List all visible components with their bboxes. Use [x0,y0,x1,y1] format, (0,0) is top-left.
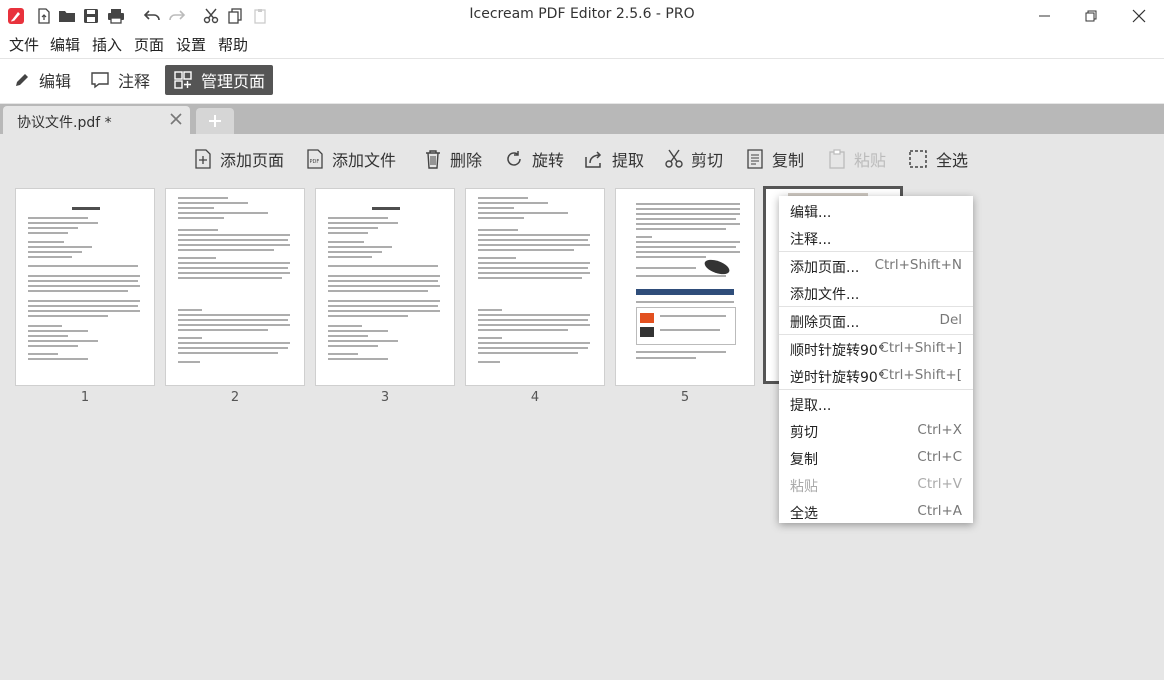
cut-label: 剪切 [691,151,724,170]
extract-label: 提取 [612,151,645,170]
select-all-button[interactable]: 全选 [908,146,968,172]
menu-item-copy[interactable]: 复制 Ctrl+C [779,444,973,471]
delete-label: 删除 [450,151,483,170]
add-page-button[interactable]: 添加页面 [194,146,284,172]
page-number: 5 [680,390,690,405]
comment-icon [91,72,109,89]
close-button[interactable] [1116,0,1162,32]
new-tab-button[interactable] [196,108,234,134]
extract-button[interactable]: 提取 [584,146,644,172]
menu-item-annotate[interactable]: 注释... [779,224,973,251]
menu-item-paste[interactable]: 粘贴 Ctrl+V [779,471,973,498]
pencil-icon [16,74,28,86]
menu-page[interactable]: 页面 [134,34,164,55]
copy-label: 复制 [772,151,805,170]
menu-edit[interactable]: 编辑 [50,34,80,55]
page-number: 4 [530,390,540,405]
menu-item-rotate-ccw[interactable]: 逆时针旋转90° Ctrl+Shift+[ [779,362,973,389]
mode-edit-button[interactable]: 编辑 [5,65,79,95]
add-page-icon [195,149,211,169]
paste-label: 粘贴 [854,151,887,170]
context-menu: 编辑... 注释... 添加页面... Ctrl+Shift+N 添加文件... … [779,196,973,523]
menu-help[interactable]: 帮助 [218,34,248,55]
add-file-label: 添加文件 [332,151,397,170]
title-bar: Icecream PDF Editor 2.5.6 - PRO [0,0,1164,32]
menu-item-rotate-cw[interactable]: 顺时针旋转90° Ctrl+Shift+] [779,335,973,362]
menu-item-extract[interactable]: 提取... [779,390,973,417]
menu-insert[interactable]: 插入 [92,34,122,55]
menu-item-edit[interactable]: 编辑... [779,197,973,224]
page-number: 1 [80,390,90,405]
pdf-badge-text: PDF [310,159,320,165]
menu-bar: 文件 编辑 插入 页面 设置 帮助 [0,32,1164,59]
menu-item-add-file[interactable]: 添加文件... [779,279,973,306]
mode-manage-pages-button[interactable]: 管理页面 [165,65,274,95]
menu-item-add-page[interactable]: 添加页面... Ctrl+Shift+N [779,252,973,279]
document-tab-strip: 协议文件.pdf * [0,104,1164,134]
add-page-label: 添加页面 [220,151,285,170]
select-all-icon [909,150,927,168]
maximize-button[interactable] [1068,0,1114,32]
page-thumbnail[interactable] [465,188,605,386]
select-all-label: 全选 [936,151,969,170]
mode-annotate-button[interactable]: 注释 [82,65,158,95]
page-thumbnail[interactable] [165,188,305,386]
export-icon [585,151,602,168]
trash-icon [426,150,440,169]
rotate-button[interactable]: 旋转 [504,146,564,172]
mode-manage-pages-label: 管理页面 [201,72,266,91]
menu-settings[interactable]: 设置 [176,34,206,55]
document-tab-label: 协议文件.pdf * [17,115,112,131]
page-thumbnail[interactable] [615,188,755,386]
clipboard-icon [829,149,845,169]
rotate-label: 旋转 [532,151,565,170]
mode-edit-label: 编辑 [39,72,72,91]
mode-bar: 编辑 注释 管理页面 [0,59,1164,103]
page-thumbnail[interactable] [15,188,155,386]
document-tab[interactable]: 协议文件.pdf * [3,106,190,134]
mode-annotate-label: 注释 [118,72,151,91]
minimize-button[interactable] [1022,0,1068,32]
delete-button[interactable]: 删除 [424,146,482,172]
window-title: Icecream PDF Editor 2.5.6 - PRO [469,6,695,22]
rotate-icon [507,151,521,166]
copy-button[interactable]: 复制 [746,146,804,172]
copy-doc-icon [747,149,763,169]
add-file-button[interactable]: PDF 添加文件 [306,146,396,172]
grid-pages-icon [174,71,192,89]
tab-close-icon[interactable] [168,111,184,127]
menu-item-select-all[interactable]: 全选 Ctrl+A [779,498,973,525]
menu-item-cut[interactable]: 剪切 Ctrl+X [779,417,973,444]
page-number: 3 [380,390,390,405]
menu-item-delete-page[interactable]: 删除页面... Del [779,307,973,334]
cut-button[interactable]: 剪切 [665,146,723,172]
pdf-file-icon: PDF [307,149,323,169]
scissors-icon [665,149,683,168]
plus-icon [209,115,221,127]
page-thumbnail[interactable] [315,188,455,386]
page-number: 2 [230,390,240,405]
paste-button[interactable]: 粘贴 [828,146,886,172]
menu-file[interactable]: 文件 [9,34,39,55]
